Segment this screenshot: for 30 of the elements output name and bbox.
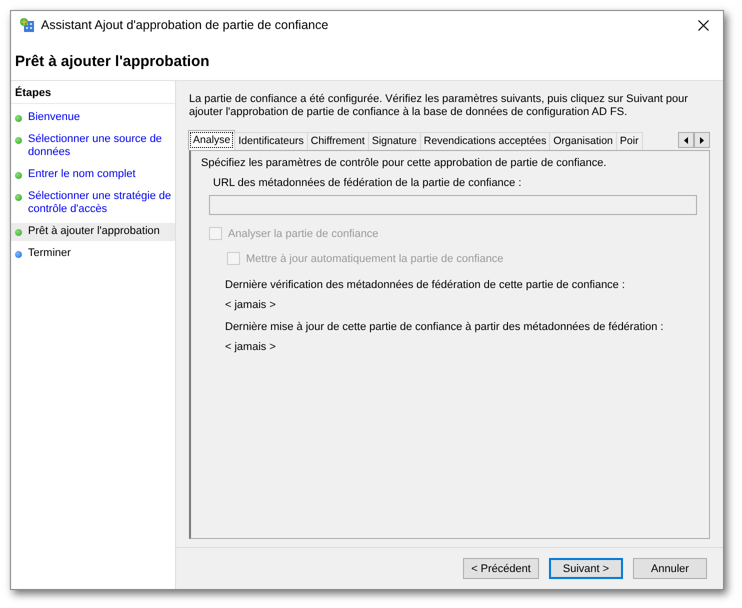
step-item: Prêt à ajouter l'approbation: [11, 223, 175, 241]
step-item: Entrer le nom complet: [11, 166, 175, 184]
tab[interactable]: Identificateurs: [234, 132, 308, 150]
field-label: Dernière mise à jour de cette partie de confiance à partir des métadonnées de fédération :: [225, 321, 664, 333]
window-title: Assistant Ajout d'approbation de partie de confiance: [41, 18, 330, 32]
step-item: Bienvenue: [11, 109, 175, 127]
description-text: Spécifiez les paramètres de contrôle pour cette approbation de partie de confiance.: [201, 157, 608, 169]
wizard-button[interactable]: Suivant >: [549, 558, 623, 579]
step-item: Sélectionner une source de données: [11, 131, 175, 162]
field-value: < jamais >: [225, 341, 277, 353]
wizard-button[interactable]: < Précédent: [463, 558, 539, 579]
checkbox-label: Mettre à jour automatiquement la partie de confiance: [246, 252, 504, 264]
intro-text: La partie de confiance a été configurée. Vérifiez les paramètres suivants, puis cliquez sur Suivant pour ajouter l'approbation de partie de confiance à la base de données de configuration AD FS.: [189, 93, 689, 119]
wizard-button[interactable]: Annuler: [633, 558, 707, 579]
scroll-left-button[interactable]: [678, 132, 694, 148]
checkbox-label: Analyser la partie de confiance: [228, 228, 378, 240]
field-label: Dernière vérification des métadonnées de fédération de cette partie de confiance :: [225, 279, 626, 291]
tab[interactable]: Analyse: [188, 130, 236, 150]
close-icon: [698, 20, 708, 30]
url-label: URL des métadonnées de fédération de la partie de confiance :: [213, 177, 522, 189]
tab[interactable]: Poir: [616, 132, 643, 150]
url-field[interactable]: [209, 195, 697, 215]
scroll-right-button[interactable]: [694, 132, 710, 148]
steps-heading: Étapes: [11, 85, 175, 104]
left-triangle-icon: [684, 136, 688, 144]
right-triangle-icon: [700, 136, 704, 144]
step-item: Terminer: [11, 245, 175, 263]
app-icon: [19, 17, 35, 33]
field-value: < jamais >: [225, 299, 277, 311]
step-item: Sélectionner une stratégie de contrôle d'accès: [11, 188, 175, 219]
